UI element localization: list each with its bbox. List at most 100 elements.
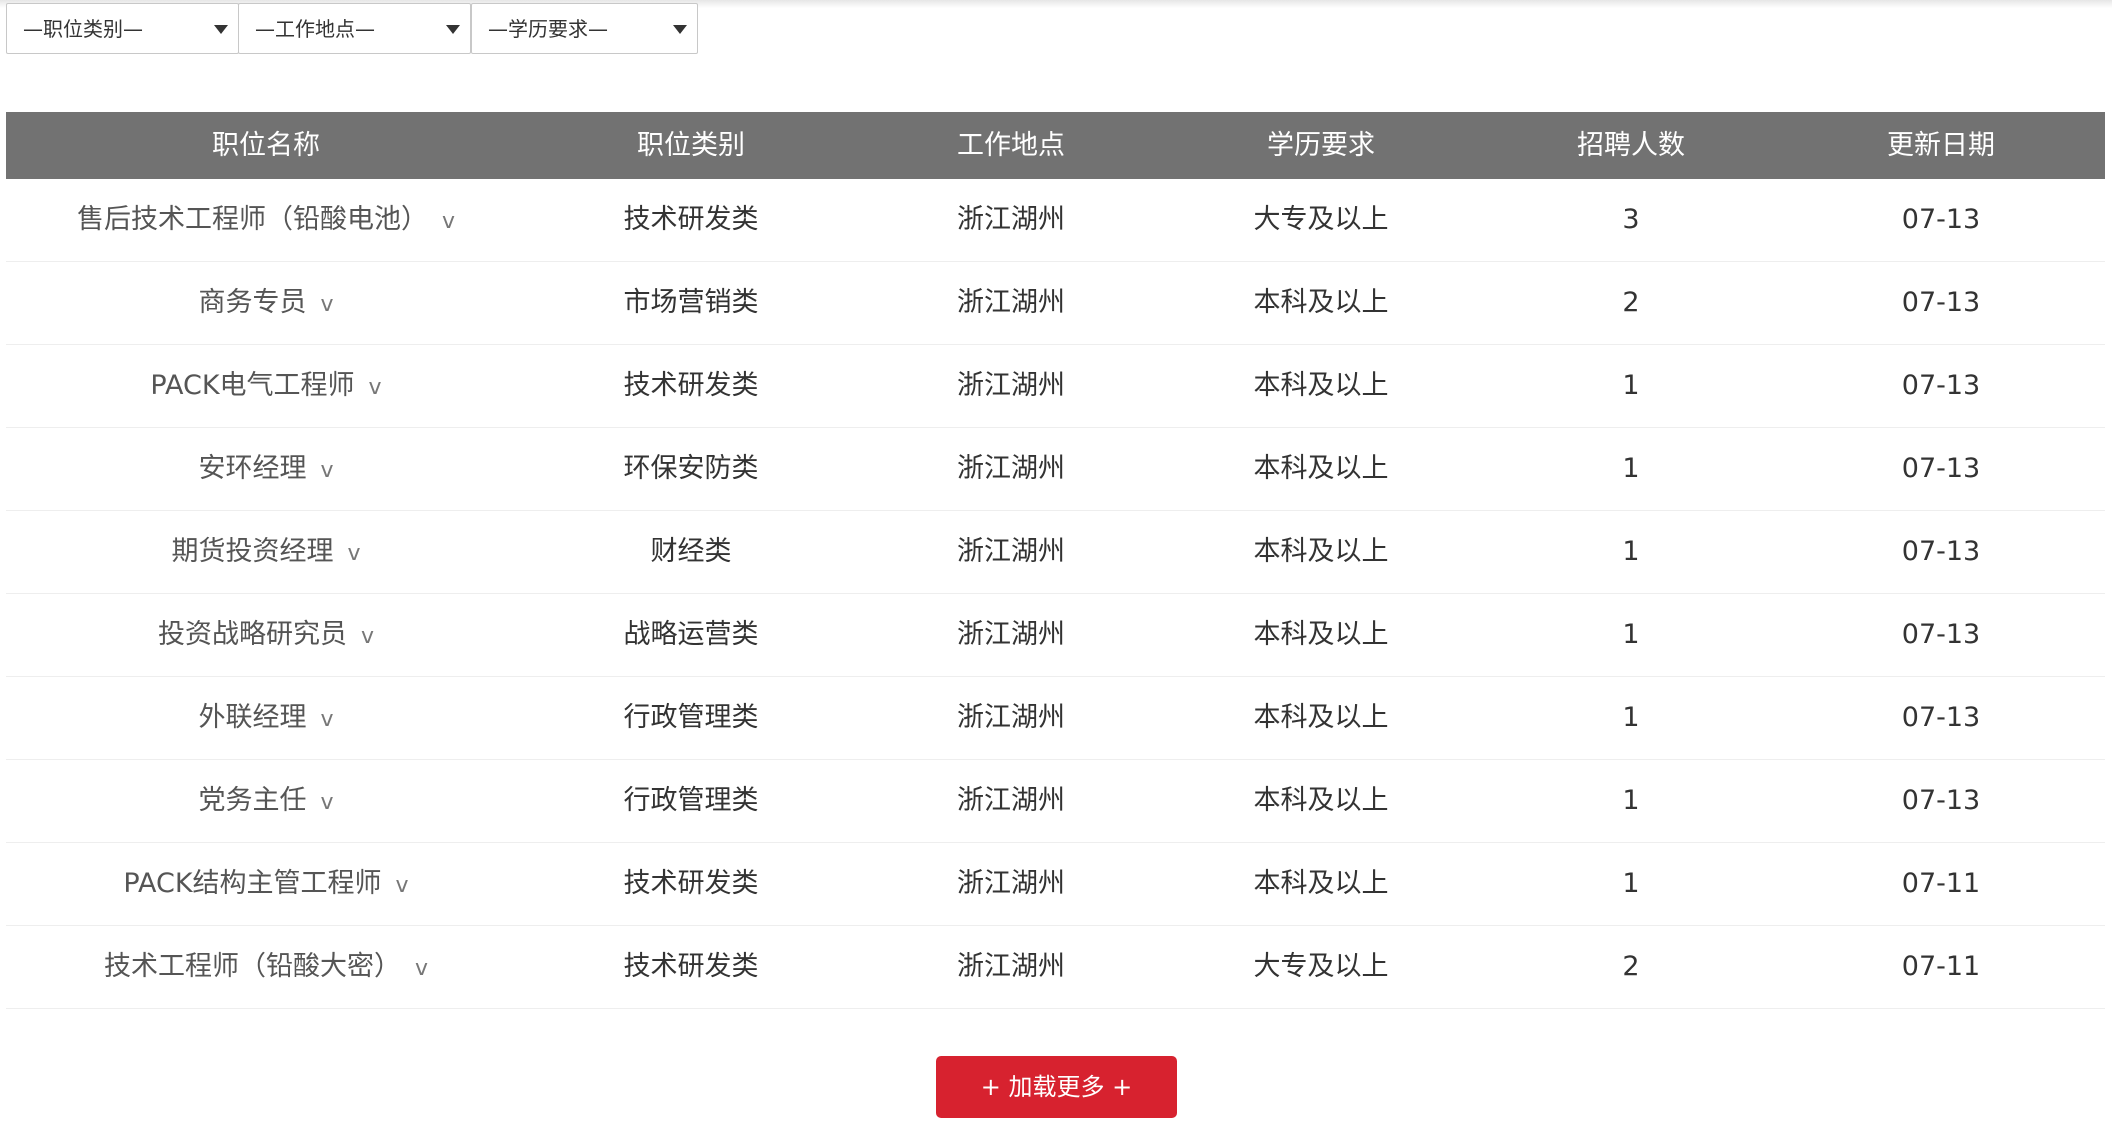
job-title-text: 商务专员 [198,287,307,318]
job-title-text: 外联经理 [198,702,307,733]
row-category: 环保安防类 [623,453,759,484]
header-education: 学历要求 [1267,130,1375,161]
job-title-text: PACK结构主管工程师 [123,868,382,899]
row-location: 浙江湖州 [957,785,1065,816]
chevron-down-icon: v [395,873,409,898]
row-education: 本科及以上 [1253,702,1389,733]
row-update-date: 07-13 [1901,702,1981,733]
job-title-link[interactable]: 投资战略研究员 v [6,594,526,678]
job-table: 职位名称 职位类别 工作地点 学历要求 招聘人数 更新日期 售后技术工程师（铅酸… [6,112,2105,1009]
chevron-down-icon: v [320,292,334,317]
job-title-text: 党务主任 [198,785,307,816]
row-headcount: 2 [1622,951,1640,982]
table-row: 安环经理 v 环保安防类 浙江湖州 本科及以上 1 07-13 [6,428,2105,511]
job-title-link[interactable]: 技术工程师（铅酸大密） v [6,926,526,1010]
row-headcount: 1 [1622,702,1640,733]
row-category: 技术研发类 [623,868,759,899]
job-title-link[interactable]: 售后技术工程师（铅酸电池） v [6,179,526,263]
table-row: 技术工程师（铅酸大密） v 技术研发类 浙江湖州 大专及以上 2 07-11 [6,926,2105,1009]
caret-down-icon [214,25,228,34]
row-headcount: 1 [1622,536,1640,567]
row-education: 本科及以上 [1253,868,1389,899]
row-education: 本科及以上 [1253,453,1389,484]
caret-down-icon [673,25,687,34]
row-headcount: 1 [1622,868,1640,899]
category-filter-select[interactable]: —职位类别— [6,3,239,54]
row-category: 技术研发类 [623,370,759,401]
row-location: 浙江湖州 [957,868,1065,899]
location-filter-label: —工作地点— [255,17,375,41]
job-title-text: 技术工程师（铅酸大密） [103,951,401,982]
education-filter-select[interactable]: —学历要求— [471,3,698,54]
row-category: 行政管理类 [623,702,759,733]
header-update-date: 更新日期 [1887,130,1995,161]
table-row: 商务专员 v 市场营销类 浙江湖州 本科及以上 2 07-13 [6,262,2105,345]
table-row: 售后技术工程师（铅酸电池） v 技术研发类 浙江湖州 大专及以上 3 07-13 [6,179,2105,262]
row-location: 浙江湖州 [957,951,1065,982]
job-title-link[interactable]: 期货投资经理 v [6,511,526,595]
row-location: 浙江湖州 [957,204,1065,235]
row-education: 本科及以上 [1253,619,1389,650]
job-title-text: 期货投资经理 [171,536,334,567]
table-row: 投资战略研究员 v 战略运营类 浙江湖州 本科及以上 1 07-13 [6,594,2105,677]
job-title-text: PACK电气工程师 [150,370,355,401]
header-category: 职位类别 [637,130,745,161]
row-education: 大专及以上 [1253,204,1389,235]
row-category: 技术研发类 [623,204,759,235]
row-location: 浙江湖州 [957,702,1065,733]
row-update-date: 07-13 [1901,536,1981,567]
row-headcount: 2 [1622,287,1640,318]
row-update-date: 07-11 [1901,868,1981,899]
row-education: 本科及以上 [1253,536,1389,567]
caret-down-icon [446,25,460,34]
row-update-date: 07-13 [1901,287,1981,318]
header-location: 工作地点 [957,130,1065,161]
job-title-link[interactable]: 党务主任 v [6,760,526,844]
header-headcount: 招聘人数 [1577,130,1685,161]
row-location: 浙江湖州 [957,370,1065,401]
job-title-link[interactable]: 外联经理 v [6,677,526,761]
row-headcount: 1 [1622,370,1640,401]
row-headcount: 1 [1622,453,1640,484]
row-update-date: 07-13 [1901,453,1981,484]
table-row: PACK结构主管工程师 v 技术研发类 浙江湖州 本科及以上 1 07-11 [6,843,2105,926]
chevron-down-icon: v [347,541,361,566]
job-title-link[interactable]: PACK结构主管工程师 v [6,843,526,927]
row-headcount: 1 [1622,619,1640,650]
job-title-text: 投资战略研究员 [157,619,347,650]
row-location: 浙江湖州 [957,619,1065,650]
row-category: 行政管理类 [623,785,759,816]
job-title-text: 安环经理 [198,453,307,484]
job-title-link[interactable]: PACK电气工程师 v [6,345,526,429]
table-body: 售后技术工程师（铅酸电池） v 技术研发类 浙江湖州 大专及以上 3 07-13 商务专员 v 市… [6,179,2105,1009]
table-header: 职位名称 职位类别 工作地点 学历要求 招聘人数 更新日期 [6,112,2105,179]
education-filter-label: —学历要求— [488,17,608,41]
row-education: 大专及以上 [1253,951,1389,982]
load-more-button[interactable]: + 加载更多 + [936,1056,1177,1118]
category-filter-label: —职位类别— [23,17,143,41]
row-category: 财经类 [650,536,732,567]
location-filter-select[interactable]: —工作地点— [238,3,471,54]
chevron-down-icon: v [320,790,334,815]
row-location: 浙江湖州 [957,536,1065,567]
chevron-down-icon: v [441,209,456,234]
job-title-link[interactable]: 商务专员 v [6,262,526,346]
row-headcount: 3 [1622,204,1640,235]
job-title-link[interactable]: 安环经理 v [6,428,526,512]
row-education: 本科及以上 [1253,287,1389,318]
row-update-date: 07-13 [1901,785,1981,816]
chevron-down-icon: v [414,956,429,981]
row-update-date: 07-11 [1901,951,1981,982]
table-row: 期货投资经理 v 财经类 浙江湖州 本科及以上 1 07-13 [6,511,2105,594]
row-category: 技术研发类 [623,951,759,982]
row-headcount: 1 [1622,785,1640,816]
header-position-name: 职位名称 [212,130,320,161]
row-location: 浙江湖州 [957,453,1065,484]
chevron-down-icon: v [320,458,334,483]
row-education: 本科及以上 [1253,785,1389,816]
row-education: 本科及以上 [1253,370,1389,401]
chevron-down-icon: v [368,375,382,400]
row-location: 浙江湖州 [957,287,1065,318]
chevron-down-icon: v [360,624,375,649]
row-update-date: 07-13 [1901,204,1981,235]
